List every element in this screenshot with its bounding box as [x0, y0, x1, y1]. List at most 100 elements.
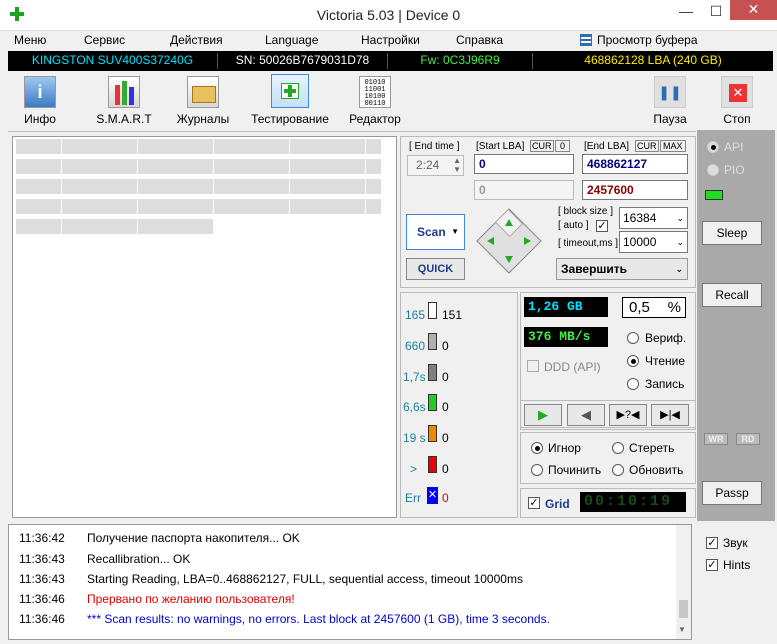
menu-item-language[interactable]: Language: [265, 33, 318, 47]
scan-block: [107, 159, 123, 174]
block-size-value: 16384: [623, 211, 657, 225]
scan-label: Scan: [417, 225, 446, 239]
menu-item-actions[interactable]: Действия: [170, 33, 223, 47]
menu-item-settings[interactable]: Настройки: [361, 33, 420, 47]
scan-block: [46, 159, 62, 174]
test-tubes-icon: [108, 76, 140, 108]
counter-swatch: [428, 425, 437, 442]
minimize-button[interactable]: —: [671, 1, 701, 23]
cur-end-button[interactable]: CUR: [635, 140, 659, 152]
passp-button[interactable]: Passp: [702, 481, 762, 505]
ddd-checkbox[interactable]: [527, 360, 539, 372]
testing-button[interactable]: Тестирование: [246, 72, 334, 130]
scan-block: [152, 139, 168, 154]
device-serial: SN: 50026B7679031D78: [218, 53, 388, 69]
scan-block: [137, 139, 153, 154]
hints-label: Hints: [723, 558, 751, 572]
end-lba-input[interactable]: [582, 154, 688, 174]
log-time: 11:36:42: [19, 531, 65, 545]
block-size-label: [ block size ]: [558, 206, 614, 217]
first-aid-icon: [271, 74, 309, 108]
percent-value: 0,5: [629, 299, 650, 316]
scan-block: [168, 159, 183, 174]
counter-value: 0: [442, 462, 449, 476]
info-button[interactable]: i Инфо: [8, 72, 72, 130]
rd-indicator: RD: [736, 433, 760, 445]
scan-block: [365, 179, 381, 194]
event-log[interactable]: 11:36:42 Получение паспорта накопителя..…: [8, 524, 692, 640]
pause-button[interactable]: ❚❚ Пауза: [645, 72, 695, 130]
block-size-select[interactable]: 16384 ⌄: [619, 207, 688, 229]
menu-item-menu[interactable]: Меню: [14, 33, 46, 47]
scroll-down-icon[interactable]: ▼: [678, 625, 686, 634]
scan-block: [92, 139, 107, 154]
smart-button[interactable]: S.M.A.R.T: [84, 72, 164, 130]
pio-radio[interactable]: [707, 164, 719, 176]
divider: [8, 131, 696, 132]
stop-button[interactable]: ✕ Стоп: [712, 72, 762, 130]
random-seek-button[interactable]: ▶?◀: [609, 404, 647, 426]
logs-button[interactable]: Журналы: [168, 72, 238, 130]
current-end-lba-field: [582, 180, 688, 200]
counter-label: 6,6s: [403, 400, 426, 414]
scan-block: [198, 219, 214, 234]
max-button[interactable]: MAX: [660, 140, 686, 152]
scan-block: [107, 139, 123, 154]
play-button[interactable]: ▶: [524, 404, 562, 426]
erase-radio[interactable]: [612, 442, 624, 454]
device-firmware: Fw: 0C3J96R9: [388, 53, 533, 69]
scrollbar-thumb[interactable]: [679, 600, 688, 618]
refresh-label: Обновить: [629, 463, 684, 477]
ignore-radio[interactable]: [531, 442, 543, 454]
auto-checkbox[interactable]: ✓: [596, 220, 608, 232]
play-icon: ▶: [538, 407, 548, 422]
recall-button[interactable]: Recall: [702, 283, 762, 307]
repair-radio[interactable]: [531, 464, 543, 476]
cur-button[interactable]: CUR: [530, 140, 554, 152]
read-radio[interactable]: [627, 355, 639, 367]
menu-item-service[interactable]: Сервис: [84, 33, 125, 47]
scan-block: [244, 179, 259, 194]
scan-block: [259, 159, 275, 174]
scan-block: [350, 199, 366, 214]
spin-icon[interactable]: ▲ ▼: [453, 156, 461, 174]
verify-radio[interactable]: [627, 332, 639, 344]
hints-checkbox[interactable]: ✓: [706, 559, 718, 571]
scan-button[interactable]: Scan ▼: [406, 214, 465, 250]
api-radio[interactable]: [707, 141, 719, 153]
scan-block: [274, 139, 290, 154]
editor-button[interactable]: 01010 11001 10100 00110 Редактор: [342, 72, 408, 130]
scan-block: [259, 179, 275, 194]
scan-block: [350, 139, 366, 154]
scan-block: [137, 159, 153, 174]
sleep-button[interactable]: Sleep: [702, 221, 762, 245]
counter-value: 0: [442, 400, 449, 414]
quick-button[interactable]: QUICK: [406, 258, 465, 280]
scan-block: [152, 159, 168, 174]
butterfly-button[interactable]: ▶|◀: [651, 404, 689, 426]
counter-swatch: [428, 333, 437, 350]
grid-label: Grid: [545, 497, 570, 511]
scan-block: [213, 199, 229, 214]
auto-label: [ auto ]: [558, 220, 589, 231]
start-lba-input[interactable]: [474, 154, 574, 174]
log-scrollbar[interactable]: ▼: [676, 525, 691, 639]
menu-item-help[interactable]: Справка: [456, 33, 503, 47]
scan-block: [289, 179, 305, 194]
write-radio[interactable]: [627, 378, 639, 390]
grid-checkbox[interactable]: ✓: [528, 497, 540, 509]
scan-block: [61, 159, 77, 174]
refresh-radio[interactable]: [612, 464, 624, 476]
menu-item-buffer-view[interactable]: Просмотр буфера: [597, 33, 698, 47]
reverse-button[interactable]: ◀: [567, 404, 605, 426]
info-label: Инфо: [24, 112, 56, 126]
maximize-button[interactable]: ☐: [701, 1, 731, 23]
end-time-field[interactable]: 2:24 ▲ ▼: [407, 155, 464, 176]
timeout-select[interactable]: 10000 ⌄: [619, 231, 688, 253]
scan-block: [228, 159, 244, 174]
scan-grid: [12, 136, 397, 518]
finish-action-select[interactable]: Завершить ⌄: [556, 258, 688, 280]
sound-checkbox[interactable]: ✓: [706, 537, 718, 549]
close-button[interactable]: ✕: [730, 0, 777, 20]
ddd-label: DDD (API): [544, 360, 601, 374]
